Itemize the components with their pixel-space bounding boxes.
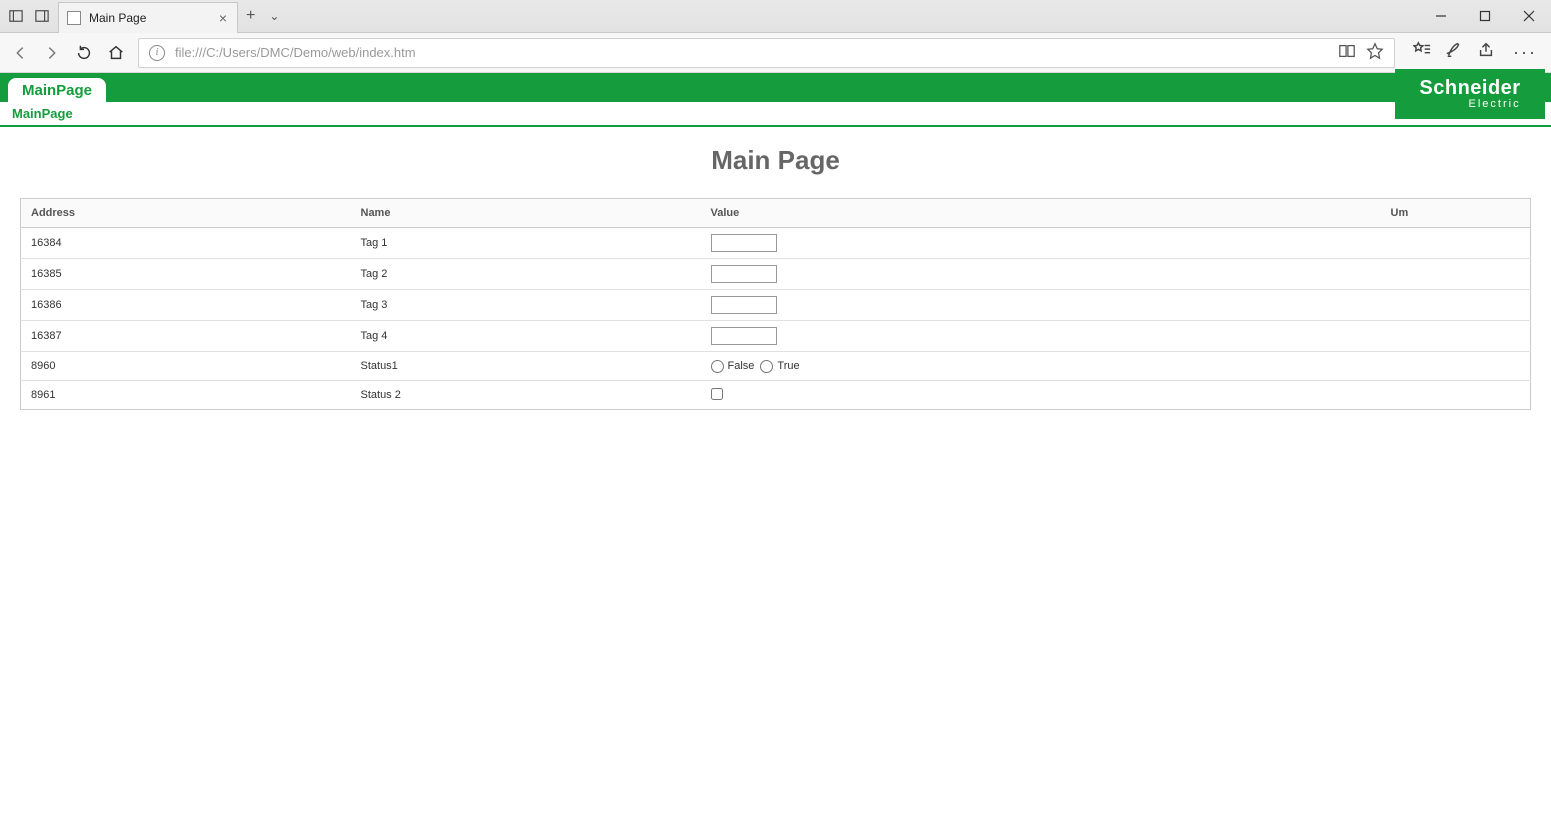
cell-address: 16385 — [21, 259, 351, 290]
value-input[interactable] — [711, 265, 777, 283]
radio-false[interactable] — [711, 360, 724, 373]
cell-um — [1381, 352, 1531, 381]
col-header-um: Um — [1381, 199, 1531, 228]
breadcrumb[interactable]: MainPage — [0, 102, 1551, 127]
cell-value — [701, 228, 1381, 259]
table-row: 8961Status 2 — [21, 381, 1531, 410]
value-input[interactable] — [711, 296, 777, 314]
more-menu-icon[interactable]: ··· — [1509, 42, 1541, 63]
browser-titlebar: Main Page × + ⌄ — [0, 0, 1551, 33]
page-header-bar: MainPage Schneider Electric — [0, 73, 1551, 102]
page-tab-main[interactable]: MainPage — [8, 78, 106, 103]
table-row: 16386Tag 3 — [21, 290, 1531, 321]
new-tab-icon[interactable]: + — [246, 8, 255, 24]
cell-name: Status1 — [351, 352, 701, 381]
share-icon[interactable] — [1477, 41, 1495, 64]
cell-value — [701, 321, 1381, 352]
cell-address: 8961 — [21, 381, 351, 410]
window-close-icon[interactable] — [1507, 0, 1551, 33]
cell-address: 16384 — [21, 228, 351, 259]
cell-value — [701, 259, 1381, 290]
col-header-name: Name — [351, 199, 701, 228]
reading-view-icon[interactable] — [1338, 42, 1356, 63]
radio-true-label: True — [777, 360, 799, 372]
brand-logo: Schneider Electric — [1395, 69, 1545, 119]
cell-address: 8960 — [21, 352, 351, 381]
cell-um — [1381, 381, 1531, 410]
cell-value: False True — [701, 352, 1381, 381]
cell-um — [1381, 259, 1531, 290]
radio-true[interactable] — [760, 360, 773, 373]
col-header-address: Address — [21, 199, 351, 228]
page-title: Main Page — [20, 145, 1531, 176]
notes-icon[interactable] — [1445, 41, 1463, 64]
tab-favicon-icon — [67, 11, 81, 25]
cell-name: Tag 4 — [351, 321, 701, 352]
tab-chevron-down-icon[interactable]: ⌄ — [269, 10, 279, 22]
cell-value — [701, 381, 1381, 410]
url-bar[interactable]: i file:///C:/Users/DMC/Demo/web/index.ht… — [138, 38, 1395, 68]
reload-icon[interactable] — [74, 43, 94, 63]
data-table: Address Name Value Um 16384Tag 116385Tag… — [20, 198, 1531, 410]
url-text: file:///C:/Users/DMC/Demo/web/index.htm — [175, 45, 1328, 60]
cell-name: Tag 3 — [351, 290, 701, 321]
cell-value — [701, 290, 1381, 321]
table-row: 16384Tag 1 — [21, 228, 1531, 259]
value-checkbox[interactable] — [711, 388, 723, 400]
cell-address: 16386 — [21, 290, 351, 321]
cell-name: Tag 2 — [351, 259, 701, 290]
cell-name: Tag 1 — [351, 228, 701, 259]
cell-um — [1381, 321, 1531, 352]
radio-false-label: False — [728, 360, 755, 372]
cell-um — [1381, 290, 1531, 321]
tab-close-icon[interactable]: × — [219, 11, 227, 25]
tab-title: Main Page — [89, 11, 211, 25]
browser-tab[interactable]: Main Page × — [58, 2, 238, 33]
browser-navbar: i file:///C:/Users/DMC/Demo/web/index.ht… — [0, 33, 1551, 73]
value-input[interactable] — [711, 234, 777, 252]
aside-right-icon[interactable] — [30, 4, 54, 28]
back-icon[interactable] — [10, 43, 30, 63]
table-row: 16385Tag 2 — [21, 259, 1531, 290]
col-header-value: Value — [701, 199, 1381, 228]
value-input[interactable] — [711, 327, 777, 345]
favorites-list-icon[interactable] — [1413, 41, 1431, 64]
cell-address: 16387 — [21, 321, 351, 352]
home-icon[interactable] — [106, 43, 126, 63]
favorite-star-icon[interactable] — [1366, 42, 1384, 63]
forward-icon[interactable] — [42, 43, 62, 63]
table-row: 16387Tag 4 — [21, 321, 1531, 352]
brand-bot: Electric — [1419, 99, 1520, 111]
window-minimize-icon[interactable] — [1419, 0, 1463, 33]
brand-top: Schneider — [1419, 78, 1520, 99]
cell-name: Status 2 — [351, 381, 701, 410]
aside-left-icon[interactable] — [4, 4, 28, 28]
window-maximize-icon[interactable] — [1463, 0, 1507, 33]
site-info-icon[interactable]: i — [149, 45, 165, 61]
table-row: 8960Status1 False True — [21, 352, 1531, 381]
cell-um — [1381, 228, 1531, 259]
